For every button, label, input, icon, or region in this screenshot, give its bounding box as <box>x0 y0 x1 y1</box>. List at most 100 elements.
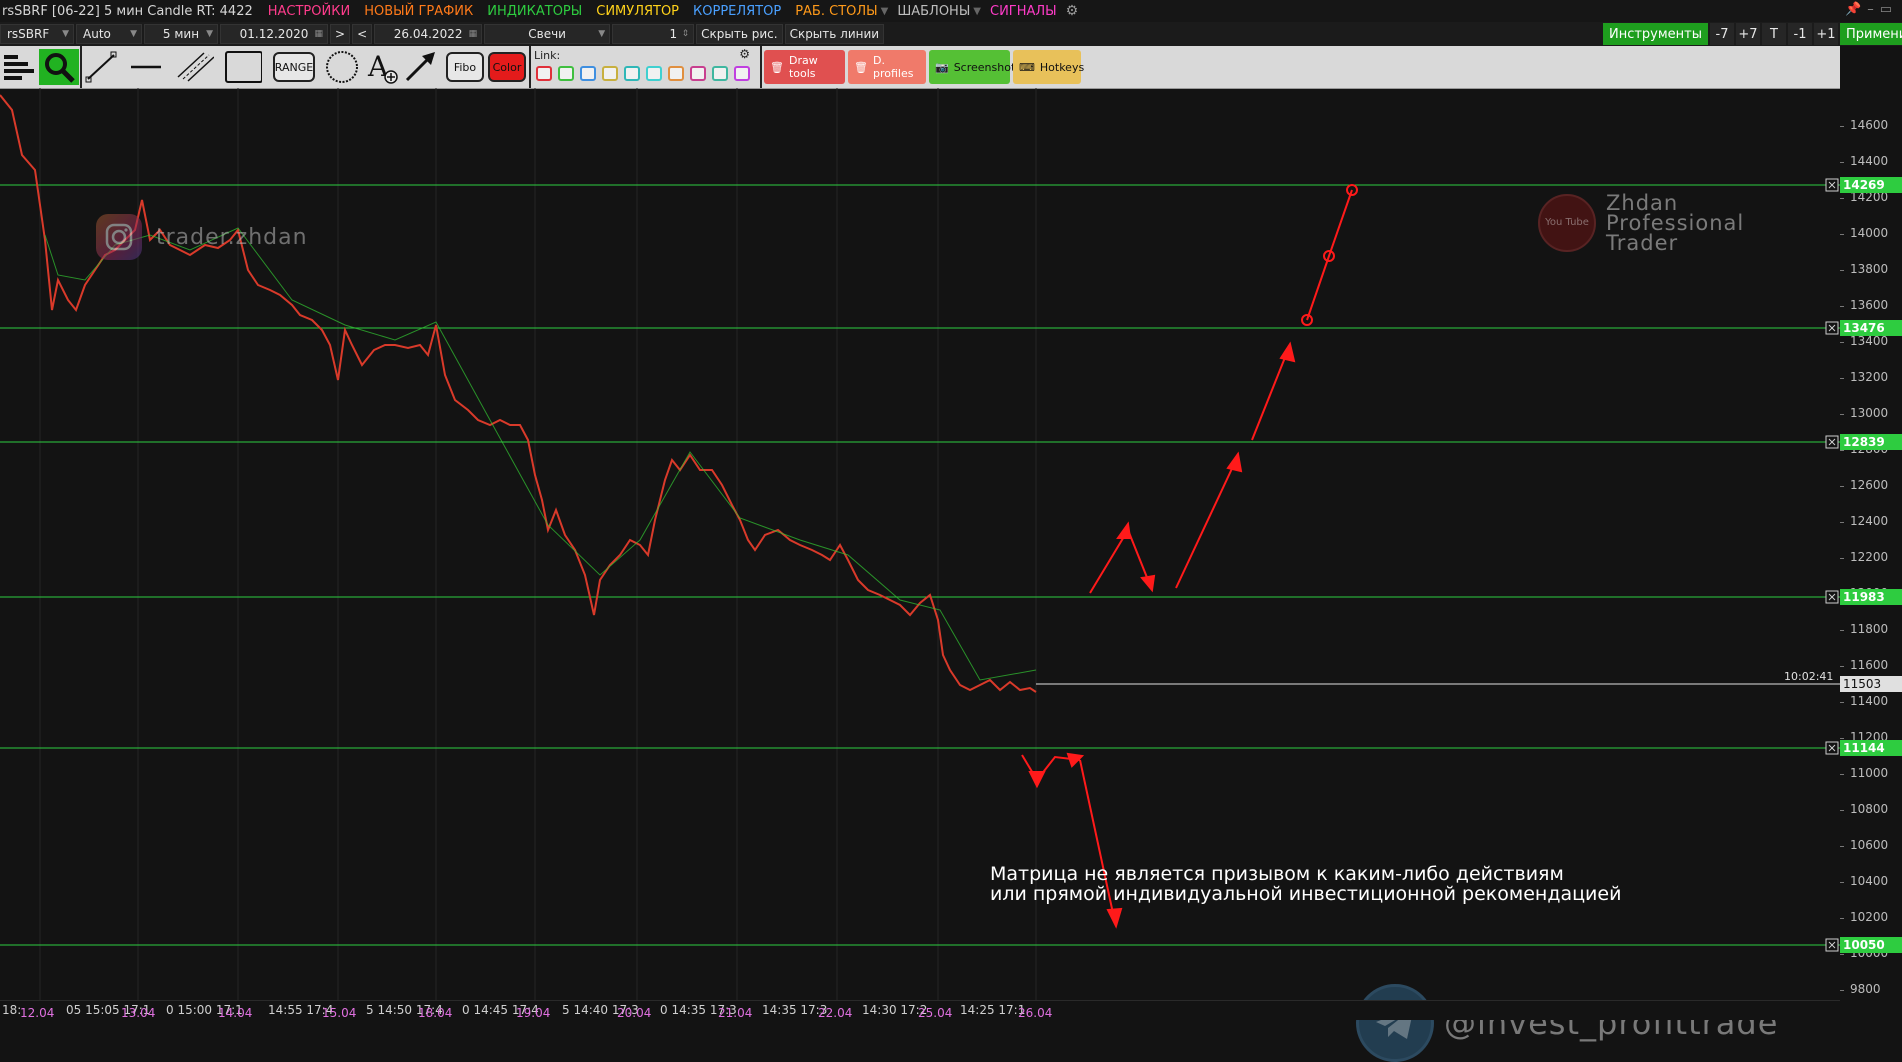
plus1-button[interactable]: +1 <box>1814 23 1838 45</box>
tick-mark <box>1840 306 1844 307</box>
date-to-field[interactable]: 26.04.2022 ▦ <box>374 24 483 44</box>
youtube-icon: You Tube <box>1538 194 1596 252</box>
chevron-down-icon[interactable]: ▼ <box>881 6 889 17</box>
volume-profile-icon[interactable] <box>0 49 38 85</box>
screenshot-label: Screenshot <box>953 60 1016 74</box>
menu-item[interactable]: СИМУЛЯТОР <box>589 4 686 19</box>
arrow-tool-icon[interactable] <box>402 49 440 85</box>
price-axis[interactable]: 14600 14400 14200 14000 13800 13600 13400 13200… <box>1840 88 1902 1019</box>
trend-line-icon[interactable] <box>82 49 120 85</box>
chart-area[interactable]: 10:02:41 trader.zhdan You Tube Zhdan Pro… <box>0 88 1840 1062</box>
plus7-button[interactable]: +7 <box>1736 23 1760 45</box>
date-to-value: 26.04.2022 <box>393 27 463 41</box>
keyboard-icon: ⌨ <box>1019 60 1035 74</box>
trash-icon: 🗑 <box>770 60 784 74</box>
next-button[interactable]: > <box>330 24 351 44</box>
close-icon[interactable] <box>1825 938 1839 952</box>
link-color-swatch[interactable] <box>558 66 574 81</box>
fibo-button[interactable]: Fibo <box>446 52 484 82</box>
count-stepper[interactable]: 1 ⇕ <box>612 24 695 44</box>
chart-type-select[interactable]: Свечи ▼ <box>484 24 611 44</box>
search-icon[interactable] <box>39 49 79 85</box>
tick-mark <box>1840 666 1844 667</box>
arrow-head <box>1279 341 1296 363</box>
color-button[interactable]: Color <box>488 52 526 82</box>
menu-item[interactable]: НОВЫЙ ГРАФИК <box>357 4 480 19</box>
settings-gears-icon[interactable]: ⚙ <box>739 47 750 61</box>
level-price-label[interactable]: 11144 <box>1840 740 1902 756</box>
close-icon[interactable] <box>1825 590 1839 604</box>
timeframe-select[interactable]: 5 мин ▼ <box>144 24 218 44</box>
instruments-button[interactable]: Инструменты <box>1602 23 1708 45</box>
text-tool-icon[interactable]: A <box>364 49 402 85</box>
screenshot-button[interactable]: 📷 Screenshot <box>929 50 1015 84</box>
date-from-field[interactable]: 01.12.2020 ▦ <box>220 24 328 44</box>
link-color-swatch[interactable] <box>712 66 728 81</box>
ticker-select[interactable]: rsSBRF ▼ <box>0 24 74 44</box>
link-color-swatch[interactable] <box>536 66 552 81</box>
link-panel: Link: ⚙ <box>532 46 762 88</box>
time-axis-date-label: 14.04 <box>218 1006 253 1020</box>
hide-lines-button[interactable]: Скрыть линии <box>784 24 885 44</box>
tick-mark <box>1840 774 1844 775</box>
link-color-swatch[interactable] <box>602 66 618 81</box>
apply-button[interactable]: Применить <box>1840 23 1902 45</box>
close-icon[interactable] <box>1825 741 1839 755</box>
draw-tools-button[interactable]: 🗑 Draw tools <box>764 50 845 84</box>
link-color-swatch[interactable] <box>734 66 750 81</box>
window-controls[interactable]: 📌–▭ <box>1845 2 1898 17</box>
link-color-swatch[interactable] <box>668 66 684 81</box>
ellipse-icon[interactable] <box>323 49 361 85</box>
window-title: rsSBRF [06-22] 5 мин Candle RT: 4422 <box>2 3 253 19</box>
arrow-head <box>1140 574 1156 593</box>
drawing-toolbar: RANGE A Fibo Color Link: ⚙ 🗑 Draw tools 🗑… <box>0 46 1840 89</box>
level-price-label[interactable]: 14269 <box>1840 177 1902 193</box>
chevron-down-icon[interactable]: ▼ <box>973 6 981 17</box>
price-tick-label: 13800 <box>1850 262 1889 276</box>
close-icon[interactable] <box>1825 321 1839 335</box>
link-color-swatch[interactable] <box>580 66 596 81</box>
minus7-button[interactable]: -7 <box>1710 23 1734 45</box>
level-price-label[interactable]: 13476 <box>1840 320 1902 336</box>
tick-mark <box>1840 846 1844 847</box>
menu-item[interactable]: РАБ. СТОЛЫ <box>788 4 884 19</box>
scale-select[interactable]: Auto ▼ <box>76 24 142 44</box>
t-button[interactable]: T <box>1762 23 1786 45</box>
gears-icon[interactable]: ⚙ <box>1066 3 1079 19</box>
menu-item[interactable]: НАСТРОЙКИ <box>261 4 357 19</box>
range-button[interactable]: RANGE <box>273 52 315 82</box>
maximize-icon[interactable]: ▭ <box>1880 2 1898 17</box>
menu-item[interactable]: СИГНАЛЫ <box>983 4 1064 19</box>
level-price-label[interactable]: 12839 <box>1840 434 1902 450</box>
prev-button[interactable]: < <box>352 24 373 44</box>
rectangle-icon[interactable] <box>224 49 262 85</box>
price-tick-label: 13200 <box>1850 370 1889 384</box>
link-color-swatch[interactable] <box>624 66 640 81</box>
link-color-swatch[interactable] <box>690 66 706 81</box>
channel-icon[interactable] <box>176 49 214 85</box>
price-tick-label: 11400 <box>1850 694 1889 708</box>
horizontal-line-icon[interactable] <box>127 49 165 85</box>
level-price-label[interactable]: 11983 <box>1840 589 1902 605</box>
price-tick-label: 11800 <box>1850 622 1889 636</box>
stepper-icon[interactable]: ⇕ <box>682 29 690 39</box>
minus1-button[interactable]: -1 <box>1788 23 1812 45</box>
pin-icon[interactable]: 📌 <box>1845 2 1867 17</box>
close-icon[interactable] <box>1825 178 1839 192</box>
tick-mark <box>1840 882 1844 883</box>
menu-item[interactable]: ШАБЛОНЫ <box>890 4 977 19</box>
calendar-icon[interactable]: ▦ <box>314 29 323 39</box>
calendar-icon[interactable]: ▦ <box>469 29 478 39</box>
hotkeys-button[interactable]: ⌨ Hotkeys <box>1013 50 1084 84</box>
link-color-swatch[interactable] <box>646 66 662 81</box>
close-icon[interactable] <box>1825 435 1839 449</box>
menu-item[interactable]: ИНДИКАТОРЫ <box>480 4 589 19</box>
level-price-label[interactable]: 10050 <box>1840 937 1902 953</box>
menu-item[interactable]: КОРРЕЛЯТОР <box>686 4 788 19</box>
instagram-watermark: trader.zhdan <box>96 214 308 260</box>
hide-drawings-button[interactable]: Скрыть рис. <box>696 24 783 44</box>
time-axis[interactable]: 18: 12.04 05 15:05 17:1 13.04 0 15:00 17:1 14… <box>0 1000 1840 1020</box>
price-tick-label: 12400 <box>1850 514 1889 528</box>
d-profiles-button[interactable]: 🗑 D. profiles <box>848 50 926 84</box>
minimize-icon[interactable]: – <box>1867 2 1880 17</box>
